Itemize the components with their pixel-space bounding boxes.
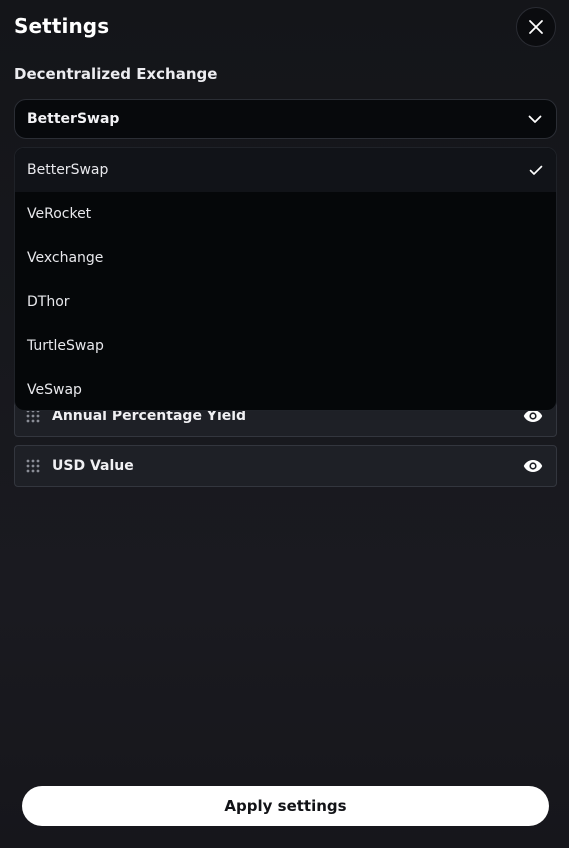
exchange-section-label: Decentralized Exchange — [14, 65, 218, 83]
chevron-down-icon — [526, 110, 544, 128]
exchange-option-label: DThor — [27, 294, 70, 310]
exchange-dropdown-menu: BetterSwap VeRocket Vexchange DThor Turt… — [14, 147, 557, 411]
exchange-option-label: VeSwap — [27, 382, 82, 398]
close-button[interactable] — [516, 7, 556, 47]
exchange-select[interactable]: BetterSwap — [14, 99, 557, 139]
close-icon — [528, 19, 544, 35]
check-icon — [528, 162, 544, 178]
exchange-option-betterswap[interactable]: BetterSwap — [15, 148, 556, 192]
exchange-option-dthor[interactable]: DThor — [15, 280, 556, 324]
exchange-option-label: VeRocket — [27, 206, 92, 222]
column-row-usd-value: USD Value — [14, 445, 557, 487]
exchange-option-label: BetterSwap — [27, 162, 109, 178]
exchange-select-value: BetterSwap — [27, 111, 120, 127]
drag-handle-icon[interactable] — [25, 458, 41, 474]
column-row-label: USD Value — [52, 458, 134, 474]
exchange-option-turtleswap[interactable]: TurtleSwap — [15, 324, 556, 368]
apply-settings-button[interactable]: Apply settings — [22, 786, 549, 826]
exchange-option-label: Vexchange — [27, 250, 104, 266]
eye-icon[interactable] — [522, 455, 544, 477]
exchange-option-verocket[interactable]: VeRocket — [15, 192, 556, 236]
page-title: Settings — [14, 14, 110, 38]
exchange-option-vexchange[interactable]: Vexchange — [15, 236, 556, 280]
settings-panel: Settings Decentralized Exchange BetterSw… — [0, 0, 569, 848]
exchange-option-label: TurtleSwap — [27, 338, 104, 354]
exchange-option-veswap[interactable]: VeSwap — [15, 368, 556, 410]
